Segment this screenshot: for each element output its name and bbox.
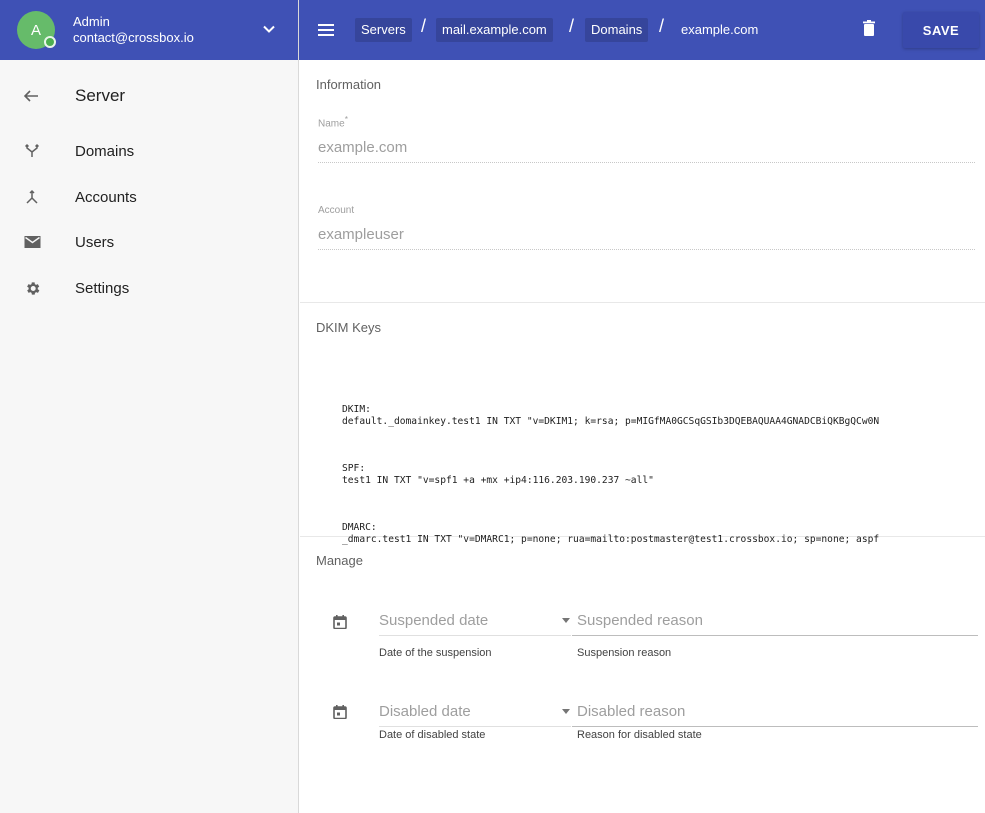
top-app-bar: Servers / mail.example.com / Domains / e… — [299, 0, 985, 60]
user-header[interactable]: A Admin contact@crossbox.io — [0, 0, 298, 60]
avatar: A — [17, 11, 56, 49]
suspended-reason-placeholder: Suspended reason — [577, 612, 703, 629]
sidebar-title: Server — [75, 86, 126, 105]
dkim-records: DKIM: default._domainkey.test1 IN TXT "v=… — [342, 380, 985, 581]
spf-record: test1 IN TXT "v=spf1 +a +mx +ip4:116.203… — [342, 475, 654, 486]
name-underline — [318, 162, 975, 164]
suspended-date-helper: Date of the suspension — [379, 647, 492, 659]
suspended-reason-select[interactable]: Suspended reason — [562, 612, 978, 636]
sidebar-title-row: Server — [0, 78, 299, 114]
disabled-row: Disabled date Date of disabled state Dis… — [300, 703, 985, 753]
dmarc-record-block: DMARC: _dmarc.test1 IN TXT "v=DMARC1; p=n… — [342, 522, 985, 546]
breadcrumb-separator: / — [569, 16, 575, 36]
information-title: Information — [316, 77, 382, 92]
name-label: Name* — [318, 114, 975, 129]
dkim-record: default._domainkey.test1 IN TXT "v=DKIM1… — [342, 416, 880, 427]
suspended-reason-value: Suspended reason — [562, 612, 978, 629]
account-underline — [318, 249, 975, 250]
required-mark: * — [344, 114, 348, 124]
avatar-initial: A — [30, 21, 41, 39]
dmarc-label: DMARC: — [342, 522, 377, 533]
fork-icon — [23, 142, 41, 160]
chevron-down-icon[interactable] — [262, 22, 276, 36]
name-value: example.com — [318, 139, 408, 157]
breadcrumb-separator: / — [659, 16, 665, 36]
main-content: Information Name* example.com Account ex… — [300, 60, 985, 813]
account-label: Account — [318, 205, 355, 216]
dropdown-caret-icon — [562, 618, 570, 623]
breadcrumb-current: example.com — [681, 22, 759, 37]
sidebar: A Admin contact@crossbox.io Server Domai… — [0, 0, 299, 813]
disabled-reason-underline — [572, 726, 978, 727]
name-field[interactable]: Name* example.com — [318, 114, 975, 164]
disabled-reason-placeholder: Disabled reason — [577, 703, 686, 720]
save-button[interactable]: SAVE — [903, 12, 979, 48]
breadcrumb-separator: / — [421, 16, 427, 36]
account-field[interactable]: Account exampleuser — [318, 205, 975, 250]
disabled-date-placeholder: Disabled date — [379, 703, 471, 720]
sidebar-item-users[interactable]: Users — [0, 227, 299, 257]
disabled-reason-helper: Reason for disabled state — [577, 729, 702, 741]
suspended-date-input[interactable]: Suspended date — [379, 612, 571, 636]
breadcrumb-domains[interactable]: Domains — [585, 18, 649, 42]
suspended-reason-helper: Suspension reason — [577, 647, 672, 659]
sidebar-item-domains[interactable]: Domains — [0, 136, 299, 166]
dkim-record-block: DKIM: default._domainkey.test1 IN TXT "v=… — [342, 404, 985, 428]
suspension-row: Suspended date Date of the suspension Su… — [300, 611, 985, 661]
spf-label: SPF: — [342, 463, 366, 474]
user-info: Admin contact@crossbox.io — [73, 14, 194, 46]
menu-icon[interactable] — [318, 23, 334, 37]
sidebar-item-label: Settings — [75, 279, 130, 297]
sidebar-item-accounts[interactable]: Accounts — [0, 182, 299, 212]
disabled-reason-value: Disabled reason — [562, 703, 978, 720]
dropdown-caret-icon — [562, 709, 570, 714]
sidebar-item-label: Users — [75, 233, 115, 251]
mail-icon — [23, 233, 41, 251]
manage-title: Manage — [316, 553, 363, 568]
suspended-date-underline — [379, 635, 571, 636]
breadcrumb-server-host[interactable]: mail.example.com — [436, 18, 553, 42]
suspended-date-placeholder: Suspended date — [379, 612, 489, 629]
calendar-icon[interactable] — [333, 705, 347, 719]
suspended-reason-underline — [572, 635, 978, 636]
sidebar-item-settings[interactable]: Settings — [0, 273, 299, 303]
account-value: exampleuser — [318, 226, 404, 243]
breadcrumb-servers[interactable]: Servers — [355, 18, 412, 42]
user-email: contact@crossbox.io — [73, 30, 194, 45]
back-arrow-icon[interactable] — [22, 87, 40, 105]
delete-icon[interactable] — [863, 20, 875, 36]
dmarc-record: _dmarc.test1 IN TXT "v=DMARC1; p=none; r… — [342, 534, 880, 545]
sidebar-item-label: Accounts — [75, 188, 137, 206]
disabled-date-input[interactable]: Disabled date — [379, 703, 571, 727]
gear-icon — [23, 279, 41, 297]
name-label-text: Name — [318, 118, 345, 130]
information-section: Information Name* example.com Account ex… — [300, 60, 985, 303]
dkim-label: DKIM: — [342, 404, 371, 415]
user-name: Admin — [73, 14, 110, 29]
disabled-date-underline — [379, 726, 571, 727]
online-status-dot — [44, 36, 56, 48]
sidebar-item-label: Domains — [75, 142, 135, 160]
calendar-icon[interactable] — [333, 615, 347, 629]
disabled-date-helper: Date of disabled state — [379, 729, 486, 741]
merge-icon — [23, 188, 41, 206]
spf-record-block: SPF: test1 IN TXT "v=spf1 +a +mx +ip4:116… — [342, 463, 985, 487]
disabled-reason-select[interactable]: Disabled reason — [562, 703, 978, 727]
dkim-title: DKIM Keys — [316, 320, 382, 335]
